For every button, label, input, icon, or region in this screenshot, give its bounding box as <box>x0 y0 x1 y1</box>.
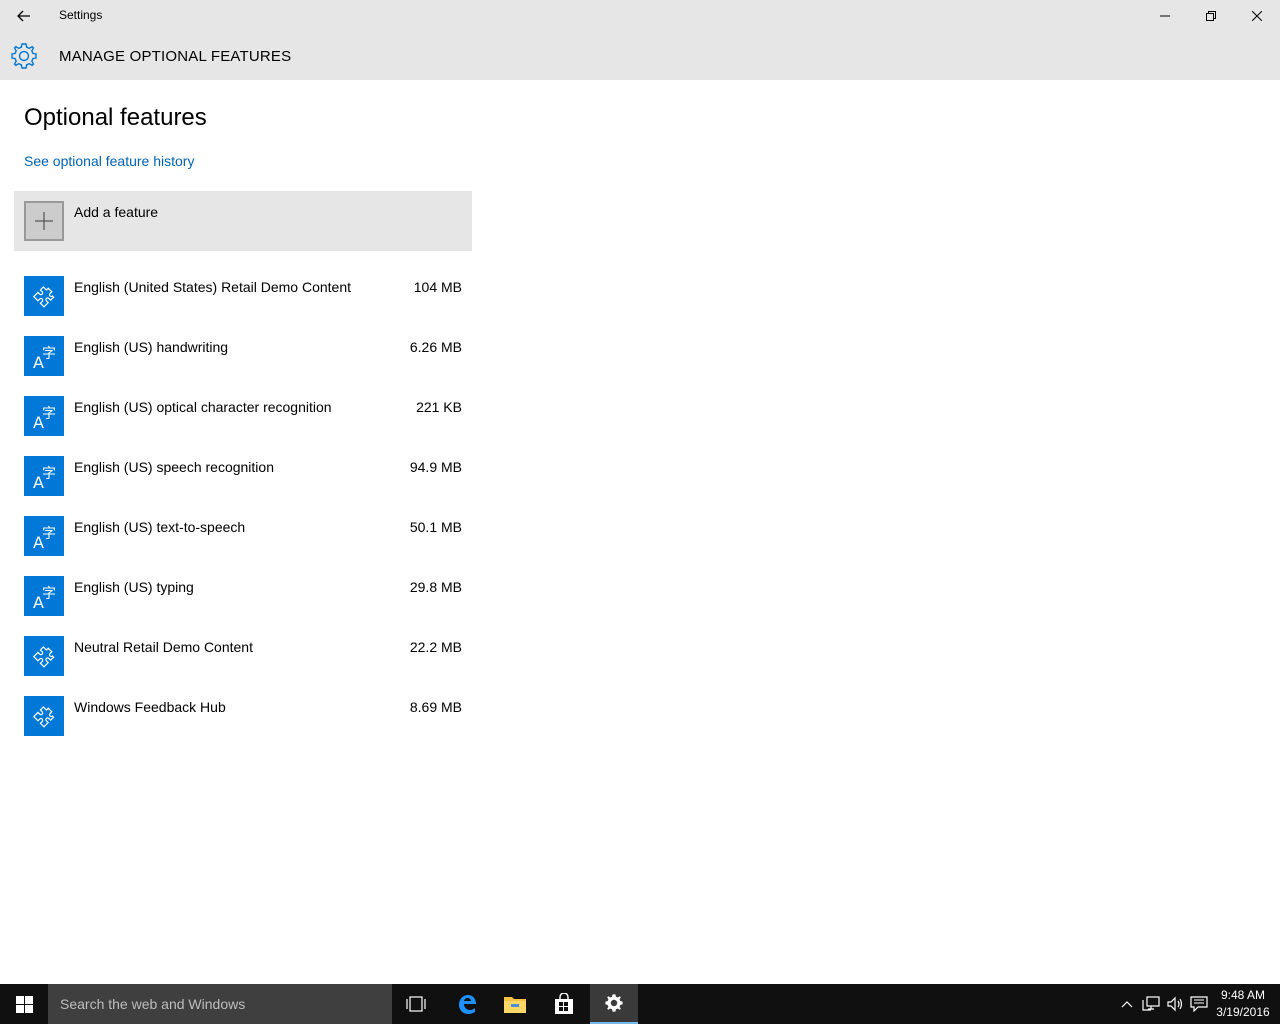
volume-icon <box>1167 996 1183 1012</box>
feature-size: 6.26 MB <box>409 339 462 355</box>
chevron-up-icon <box>1121 1001 1133 1008</box>
page-title: Optional features <box>24 104 207 131</box>
file-explorer-icon <box>504 997 526 1013</box>
feature-item[interactable]: A字 English (US) optical character recogn… <box>24 396 472 456</box>
feature-history-link[interactable]: See optional feature history <box>24 153 194 169</box>
svg-text:字: 字 <box>42 466 56 482</box>
feature-item[interactable]: A字 English (US) handwriting 6.26 MB <box>24 336 472 396</box>
feature-item[interactable]: A字 English (US) typing 29.8 MB <box>24 576 472 636</box>
feature-item[interactable]: Neutral Retail Demo Content 22.2 MB <box>24 636 472 696</box>
add-feature-button[interactable]: Add a feature <box>14 191 472 251</box>
settings-taskbar-button[interactable] <box>590 984 638 1024</box>
edge-button[interactable] <box>443 984 491 1024</box>
language-icon: A字 <box>24 336 64 376</box>
show-hidden-icons-button[interactable] <box>1118 984 1136 1024</box>
task-view-icon <box>406 996 426 1012</box>
language-icon: A字 <box>24 576 64 616</box>
puzzle-icon <box>24 276 64 316</box>
feature-item[interactable]: English (United States) Retail Demo Cont… <box>24 276 472 336</box>
store-button[interactable] <box>540 984 588 1024</box>
language-icon: A字 <box>24 516 64 556</box>
feature-size: 50.1 MB <box>409 519 462 535</box>
feature-size: 221 KB <box>416 399 462 415</box>
start-button[interactable] <box>0 984 48 1024</box>
search-placeholder: Search the web and Windows <box>60 996 246 1012</box>
page-section-title: MANAGE OPTIONAL FEATURES <box>59 48 292 65</box>
close-icon <box>1252 11 1262 21</box>
feature-name: English (US) optical character recogniti… <box>74 399 332 415</box>
close-button[interactable] <box>1234 0 1280 32</box>
restore-icon <box>1206 11 1216 21</box>
feature-name: English (US) text-to-speech <box>74 519 246 535</box>
language-icon: A字 <box>24 456 64 496</box>
taskbar-search-box[interactable]: Search the web and Windows <box>48 984 392 1024</box>
edge-icon <box>459 995 476 1014</box>
feature-size: 8.69 MB <box>409 699 462 715</box>
add-feature-label: Add a feature <box>74 204 159 220</box>
page-header: MANAGE OPTIONAL FEATURES <box>0 32 1280 80</box>
settings-icon <box>605 994 623 1012</box>
back-button[interactable] <box>0 0 48 32</box>
notification-icon <box>1190 996 1208 1012</box>
taskbar-clock[interactable]: 9:48 AM 3/19/2016 <box>1212 987 1274 1021</box>
clock-time: 9:48 AM <box>1220 988 1266 1002</box>
feature-name: English (US) speech recognition <box>74 459 274 475</box>
feature-name: English (United States) Retail Demo Cont… <box>74 279 352 295</box>
back-arrow-icon <box>17 10 30 22</box>
feature-item[interactable]: Windows Feedback Hub 8.69 MB <box>24 696 472 756</box>
network-button[interactable] <box>1140 984 1162 1024</box>
taskbar: Search the web and Windows 9:48 AM 3/19/… <box>0 984 1280 1024</box>
puzzle-icon <box>24 696 64 736</box>
feature-name: Neutral Retail Demo Content <box>74 639 253 655</box>
feature-size: 22.2 MB <box>409 639 462 655</box>
language-icon: A字 <box>24 396 64 436</box>
svg-text:字: 字 <box>42 406 56 422</box>
svg-text:字: 字 <box>42 586 56 602</box>
feature-name: Windows Feedback Hub <box>74 699 226 715</box>
feature-list: English (United States) Retail Demo Cont… <box>24 276 472 756</box>
clock-date: 3/19/2016 <box>1216 1005 1270 1019</box>
minimize-button[interactable] <box>1142 0 1188 32</box>
plus-icon <box>24 201 64 241</box>
feature-name: English (US) handwriting <box>74 339 229 355</box>
svg-text:字: 字 <box>42 346 56 362</box>
volume-button[interactable] <box>1164 984 1186 1024</box>
feature-size: 29.8 MB <box>409 579 462 595</box>
feature-name: English (US) typing <box>74 579 194 595</box>
gear-icon <box>11 43 37 69</box>
feature-item[interactable]: A字 English (US) text-to-speech 50.1 MB <box>24 516 472 576</box>
title-bar: Settings <box>0 0 1280 32</box>
restore-button[interactable] <box>1188 0 1234 32</box>
task-view-button[interactable] <box>392 984 440 1024</box>
puzzle-icon <box>24 636 64 676</box>
network-icon <box>1142 996 1160 1011</box>
windows-logo-icon <box>15 995 33 1013</box>
store-icon <box>555 993 573 1014</box>
feature-item[interactable]: A字 English (US) speech recognition 94.9 … <box>24 456 472 516</box>
feature-size: 94.9 MB <box>409 459 462 475</box>
feature-size: 104 MB <box>413 279 462 295</box>
minimize-icon <box>1160 15 1170 17</box>
file-explorer-button[interactable] <box>491 984 539 1024</box>
svg-text:字: 字 <box>42 526 56 542</box>
action-center-button[interactable] <box>1188 984 1210 1024</box>
window-title: Settings <box>59 8 103 22</box>
